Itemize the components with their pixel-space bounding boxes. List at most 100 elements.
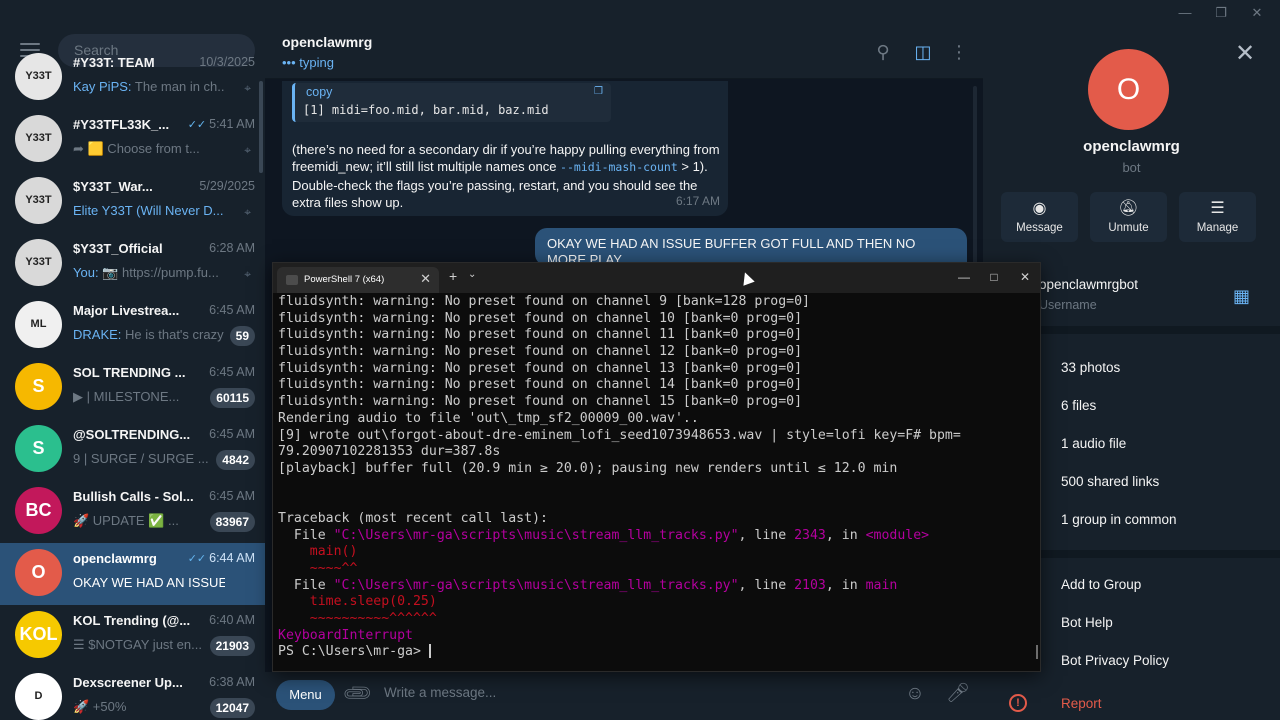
profile-subtitle: bot (1122, 160, 1141, 175)
chat-item-time: 5/29/2025 (199, 179, 255, 193)
message-input[interactable]: Write a message... (384, 685, 496, 700)
message-time: 6:17 AM (675, 194, 720, 208)
pin-icon: ⌖ (244, 143, 251, 157)
bot-menu-button[interactable]: Menu (276, 680, 335, 710)
close-window-icon[interactable]: ✕ (1240, 3, 1274, 23)
chat-list-item[interactable]: ML Major Livestrea... 6:45 AM DRAKE: He is … (0, 295, 265, 357)
chat-scrollbar[interactable] (973, 86, 977, 286)
terminal-line: [9] wrote out\forgot-about-dre-eminem_lo… (278, 427, 961, 443)
chat-item-time: 6:38 AM (209, 675, 255, 689)
typing-dots-icon: ••• (282, 55, 300, 70)
code-copy-label[interactable]: copy (306, 85, 332, 99)
message-icon: ◉ (1032, 200, 1047, 217)
minimize-icon[interactable]: — (1168, 3, 1202, 23)
avatar: Y33T (15, 177, 62, 224)
chat-item-title: openclawmrg (73, 551, 157, 566)
chat-item-title: SOL TRENDING ... (73, 365, 186, 380)
terminal-tab[interactable]: PowerShell 7 (x64) ✕ (277, 267, 439, 293)
chat-list-item[interactable]: S SOL TRENDING ... 6:45 AM ▶ | MILESTONE...… (0, 357, 265, 419)
pin-icon: ⌖ (244, 267, 251, 281)
media-audio[interactable]: 1 audio file (1061, 436, 1126, 451)
traceback-caret: ~~~~^^ (309, 561, 358, 576)
chevron-down-icon[interactable]: ⌄ (468, 269, 476, 280)
unread-badge: 83967 (209, 512, 255, 532)
chat-list-item[interactable]: KOL KOL Trending (@... 6:40 AM ☰ $NOTGAY ju… (0, 605, 265, 667)
profile-username[interactable]: openclawmrgbot (1039, 277, 1138, 292)
message-text: (there’s no need for a secondary dir if … (292, 142, 720, 211)
traceback-frame: File "C:\Users\mr-ga\scripts\music\strea… (293, 577, 898, 593)
chat-item-preview: ☰ $NOTGAY just en... (73, 637, 202, 652)
copy-icon[interactable]: ❐ (594, 86, 603, 97)
bell-off-icon: 🔕︎ (1118, 200, 1139, 217)
media-files[interactable]: 6 files (1061, 398, 1096, 413)
microphone-icon[interactable]: 🎤︎ (945, 681, 971, 707)
message-button[interactable]: ◉ Message (1001, 192, 1078, 242)
chat-item-title: @SOLTRENDING... (73, 427, 191, 442)
terminal-line: fluidsynth: warning: No preset found on … (278, 360, 803, 376)
unread-badge: 21903 (209, 636, 255, 656)
profile-avatar[interactable]: O (1088, 49, 1169, 130)
maximize-icon[interactable]: ❐ (1204, 3, 1238, 23)
chat-list-item[interactable]: Y33T $Y33T_Official 6:28 AM You: 📷 https://… (0, 233, 265, 295)
avatar: S (15, 425, 62, 472)
chat-list-item[interactable]: Oopenclawmrg ✓✓ 6:44 AM OKAY WE HAD AN ISSU… (0, 543, 265, 605)
profile-username-label: Username (1039, 298, 1097, 312)
chat-list-item[interactable]: Y33T #Y33TFL33K_... ✓✓ 5:41 AM ➦ 🟨 Choose fr… (0, 109, 265, 171)
terminal-maximize-icon[interactable]: □ (980, 267, 1008, 287)
chat-list-item[interactable]: D Dexscreener Up... 6:38 AM 🚀 +50% 12047 (0, 667, 265, 720)
chat-item-title: #Y33TFL33K_... (73, 117, 170, 132)
terminal-prompt[interactable]: PS C:\Users\mr-ga> (278, 644, 1033, 661)
manage-button[interactable]: ☰ Manage (1179, 192, 1256, 242)
bot-help-button[interactable]: Bot Help (1061, 615, 1113, 630)
terminal-output[interactable]: fluidsynth: warning: No preset found on … (278, 294, 1033, 669)
chat-list-item[interactable]: S @SOLTRENDING... 6:45 AM 9 | SURGE / SURGE… (0, 419, 265, 481)
bot-privacy-button[interactable]: Bot Privacy Policy (1061, 653, 1169, 668)
terminal-line: fluidsynth: warning: No preset found on … (278, 310, 803, 326)
terminal-minimize-icon[interactable]: — (950, 267, 978, 287)
add-to-group-button[interactable]: Add to Group (1061, 577, 1141, 592)
avatar: O (15, 549, 62, 596)
terminal-line: fluidsynth: warning: No preset found on … (278, 377, 803, 393)
close-icon[interactable]: ✕ (1235, 39, 1255, 68)
code-block[interactable]: copy ❐ [1] midi=foo.mid, bar.mid, baz.mi… (292, 83, 611, 122)
traceback-code: time.sleep(0.25) (309, 594, 437, 610)
media-photos[interactable]: 33 photos (1061, 360, 1120, 375)
app-titlebar: — ❐ ✕ (0, 0, 1280, 26)
double-check-icon: ✓✓ (187, 119, 207, 131)
chat-item-preview: 🚀 +50% (73, 699, 127, 714)
chat-item-time: ✓✓ 6:44 AM (187, 551, 255, 565)
chat-status: ••• typing (282, 55, 334, 70)
chat-list-item[interactable]: Y33T #Y33T: TEAM 10/3/2025 Kay PiPS: The ma… (0, 47, 265, 109)
search-icon[interactable]: ⚲ (871, 40, 895, 64)
paperclip-icon[interactable]: 📎︎ (340, 676, 376, 712)
close-tab-icon[interactable]: ✕ (420, 271, 431, 287)
chat-header: openclawmrg ••• typing ⚲ ◫ ⋮ (265, 26, 983, 79)
chat-item-time: 6:45 AM (209, 427, 255, 441)
chat-list-item[interactable]: Y33T $Y33T_War... 5/29/2025 Elite Y33T (Wil… (0, 171, 265, 233)
report-icon: ! (1009, 694, 1027, 712)
text-cursor (428, 644, 431, 659)
groups-in-common[interactable]: 1 group in common (1061, 512, 1177, 527)
terminal-line: fluidsynth: warning: No preset found on … (278, 344, 803, 360)
chat-list-item[interactable]: BC Bullish Calls - Sol... 6:45 AM 🚀 UPDATE … (0, 481, 265, 543)
chat-item-title: $Y33T_War... (73, 179, 153, 194)
more-vertical-icon[interactable]: ⋮ (947, 40, 971, 64)
new-tab-icon[interactable]: + (449, 268, 457, 284)
report-button[interactable]: Report (1061, 696, 1102, 711)
chat-item-title: $Y33T_Official (73, 241, 163, 256)
unmute-button[interactable]: 🔕︎ Unmute (1090, 192, 1167, 242)
terminal-close-icon[interactable]: ✕ (1011, 267, 1039, 287)
chat-title[interactable]: openclawmrg (282, 34, 372, 50)
code-line: [1] midi=foo.mid, bar.mid, baz.mid (303, 103, 549, 117)
terminal-scrollbar[interactable] (1036, 645, 1038, 659)
sidebar-scrollbar[interactable] (259, 81, 263, 173)
pin-icon: ⌖ (244, 205, 251, 219)
emoji-icon[interactable]: ☺ (902, 681, 928, 707)
chat-item-preview: ▶ | MILESTONE... (73, 389, 180, 404)
double-check-icon: ✓✓ (187, 553, 207, 565)
chat-item-time: ✓✓ 5:41 AM (187, 117, 255, 131)
qr-code-icon[interactable]: ▦ (1233, 286, 1250, 307)
media-links[interactable]: 500 shared links (1061, 474, 1159, 489)
sidebar-toggle-icon[interactable]: ◫ (911, 40, 935, 64)
chat-item-preview: ➦ 🟨 Choose from t... (73, 141, 200, 156)
